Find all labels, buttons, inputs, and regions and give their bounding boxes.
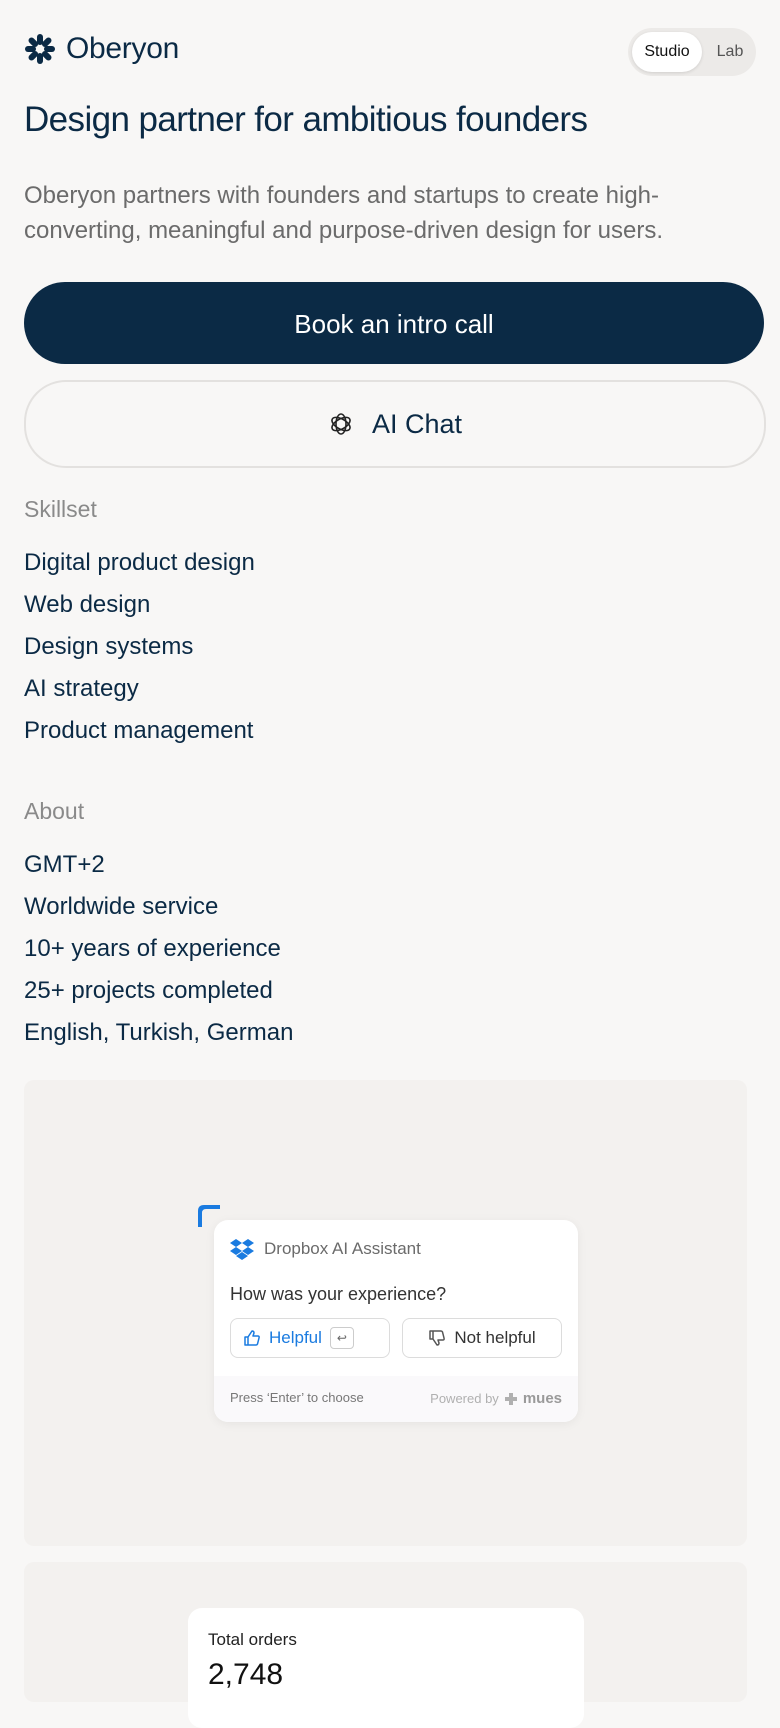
list-item: Product management (24, 717, 254, 744)
book-intro-call-button[interactable]: Book an intro call (24, 282, 764, 364)
studio-lab-toggle[interactable]: Studio Lab (628, 28, 756, 76)
skillset-title: Skillset (24, 496, 97, 522)
mues-logo-icon (504, 1392, 517, 1405)
brand-name: Oberyon (66, 32, 179, 65)
openai-icon (331, 413, 351, 435)
feedback-showcase-card: Dropbox AI Assistant How was your experi… (24, 1080, 747, 1546)
total-orders-widget: Total orders 2,748 (188, 1608, 584, 1728)
total-orders-value: 2,748 (208, 1658, 284, 1691)
feedback-header: Dropbox AI Assistant (230, 1238, 421, 1260)
feedback-question: How was your experience? (230, 1284, 447, 1304)
brand-logo[interactable]: Oberyon (24, 32, 179, 66)
helpful-button[interactable]: Helpful ↩ (230, 1318, 390, 1358)
assistant-name: Dropbox AI Assistant (264, 1239, 421, 1258)
list-item: English, Turkish, German (24, 1019, 294, 1046)
intro-text: Oberyon partners with founders and start… (24, 182, 664, 244)
toggle-lab[interactable]: Lab (708, 32, 752, 72)
list-item: Web design (24, 591, 151, 618)
orders-showcase-card: Total orders 2,748 (24, 1562, 747, 1728)
list-item: 10+ years of experience (24, 935, 281, 962)
powered-by: Powered by mues (430, 1390, 562, 1407)
site-header: Oberyon Studio Lab (24, 28, 756, 78)
about-title: About (24, 798, 85, 824)
logo-icon (25, 34, 55, 64)
list-item: 25+ projects completed (24, 977, 273, 1004)
ai-chat-button[interactable]: AI Chat (24, 380, 766, 468)
feedback-footer: Press ‘Enter’ to choose Powered by mues (214, 1376, 578, 1422)
enter-key-hint: ↩ (329, 1327, 354, 1349)
list-item: GMT+2 (24, 851, 105, 878)
thumbs-down-icon (429, 1330, 446, 1346)
enter-hint-text: Press ‘Enter’ to choose (230, 1390, 364, 1405)
list-item: Digital product design (24, 549, 255, 576)
not-helpful-button[interactable]: Not helpful (402, 1318, 562, 1358)
mues-brand: mues (522, 1390, 562, 1407)
total-orders-label: Total orders (208, 1630, 297, 1649)
helpful-label: Helpful (269, 1328, 322, 1347)
skillset-list: Digital product design Web design Design… (24, 542, 255, 752)
about-list: GMT+2 Worldwide service 10+ years of exp… (24, 844, 293, 1054)
ai-chat-label: AI Chat (371, 408, 463, 439)
toggle-studio[interactable]: Studio (632, 32, 702, 72)
list-item: Worldwide service (24, 893, 219, 920)
feedback-widget: Dropbox AI Assistant How was your experi… (214, 1220, 578, 1422)
list-item: Design systems (24, 633, 194, 660)
list-item: AI strategy (24, 675, 139, 702)
thumbs-up-icon (244, 1330, 260, 1346)
powered-by-label: Powered by (430, 1391, 499, 1406)
not-helpful-label: Not helpful (454, 1328, 536, 1347)
page-title: Design partner for ambitious founders (24, 100, 588, 139)
dropbox-icon (230, 1239, 254, 1260)
